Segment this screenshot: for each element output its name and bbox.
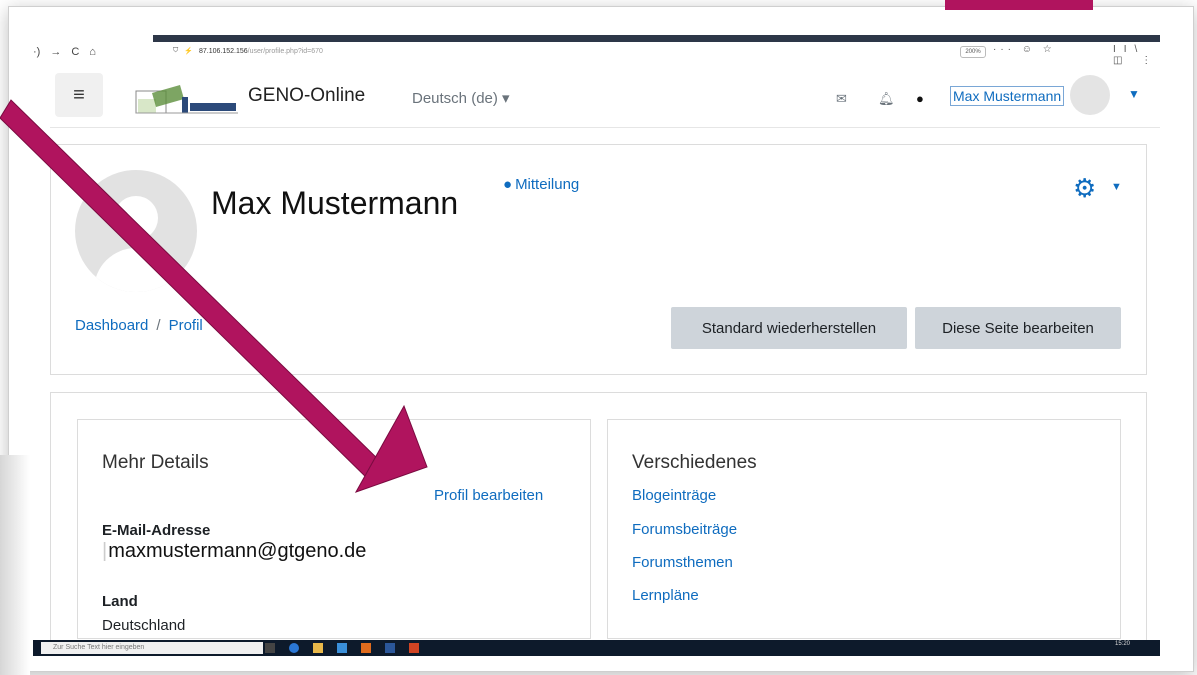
breadcrumb-dashboard[interactable]: Dashboard bbox=[75, 317, 148, 334]
back-icon[interactable]: ·) bbox=[33, 46, 40, 58]
message-link[interactable]: ● Mitteilung bbox=[503, 176, 579, 193]
firefox-icon[interactable] bbox=[361, 643, 371, 653]
gear-icon[interactable]: ⚙ bbox=[1073, 173, 1096, 204]
reload-icon[interactable]: C bbox=[71, 46, 79, 58]
reset-default-button[interactable]: Standard wiederherstellen bbox=[671, 307, 907, 349]
more-details-section: Mehr Details Profil bearbeiten E-Mail-Ad… bbox=[77, 419, 591, 639]
browser-tab-strip bbox=[153, 35, 1160, 42]
user-menu-name[interactable]: Max Mustermann bbox=[950, 86, 1065, 106]
page-title: Max Mustermann bbox=[211, 185, 459, 221]
message-link-label: Mitteilung bbox=[515, 176, 580, 193]
chat-icon[interactable]: ● bbox=[916, 91, 924, 106]
edit-profile-link[interactable]: Profil bearbeiten bbox=[434, 487, 543, 504]
bell-icon[interactable]: 🔔︎ bbox=[878, 91, 895, 107]
mail-icon[interactable]: ✉ bbox=[836, 91, 847, 107]
address-bar[interactable]: ⛉ ⚡ 87.106.152.156/user/profile.php?id=6… bbox=[173, 45, 823, 57]
learning-plans-link[interactable]: Lernpläne bbox=[632, 587, 699, 604]
menu-icon[interactable]: ≡ bbox=[55, 73, 103, 117]
email-label: E-Mail-Adresse bbox=[102, 522, 211, 539]
zoom-indicator[interactable]: 200% bbox=[960, 46, 986, 58]
home-icon[interactable]: ⌂ bbox=[89, 46, 96, 58]
edit-page-button[interactable]: Diese Seite bearbeiten bbox=[915, 307, 1121, 349]
task-view-icon[interactable] bbox=[265, 643, 275, 653]
chat-bubble-icon: ● bbox=[503, 176, 513, 193]
url-host: 87.106.152.156 bbox=[198, 47, 248, 55]
misc-section: Verschiedenes Blogeinträge Forumsbeiträg… bbox=[607, 419, 1121, 639]
avatar[interactable] bbox=[1070, 75, 1110, 115]
browser-toolbar: ·) → C ⌂ ⛉ ⚡ 87.106.152.156/user/profile… bbox=[33, 44, 1160, 66]
taskbar-search[interactable]: Zur Suche Text hier eingeben bbox=[41, 642, 263, 654]
forward-icon[interactable]: → bbox=[50, 46, 61, 58]
profile-avatar bbox=[75, 170, 197, 292]
section-title: Verschiedenes bbox=[632, 452, 757, 473]
language-menu[interactable]: Deutsch (de) ▾ bbox=[412, 89, 510, 107]
breadcrumb-separator: / bbox=[156, 317, 161, 334]
text-cursor: | bbox=[102, 540, 108, 562]
browser-icon[interactable] bbox=[289, 643, 299, 653]
email-value: |maxmustermann@gtgeno.de bbox=[102, 540, 366, 563]
caret-down-icon[interactable]: ▼ bbox=[1128, 87, 1140, 101]
blog-entries-link[interactable]: Blogeinträge bbox=[632, 487, 716, 504]
app-icon[interactable] bbox=[337, 643, 347, 653]
slide-accent-tab bbox=[945, 0, 1093, 10]
email-text: maxmustermann@gtgeno.de bbox=[108, 540, 367, 562]
page-actions-icons[interactable]: ··· ☺ ☆ bbox=[993, 44, 1056, 55]
chevron-down-icon[interactable]: ▼ bbox=[1111, 181, 1122, 193]
library-icons[interactable]: II\ ◫ ⋮ bbox=[1113, 44, 1160, 66]
avatar-body-shape bbox=[94, 248, 178, 292]
folder-icon[interactable] bbox=[313, 643, 323, 653]
section-title: Mehr Details bbox=[102, 452, 209, 473]
forum-posts-link[interactable]: Forumsbeiträge bbox=[632, 521, 737, 538]
app-navbar: ≡ GENO-Online Deutsch (de) ▾ ✉ 🔔︎ ● Max … bbox=[50, 67, 1160, 128]
site-logo bbox=[135, 85, 238, 114]
word-icon[interactable] bbox=[385, 643, 395, 653]
country-label: Land bbox=[102, 593, 138, 610]
shield-icon: ⛉ bbox=[173, 47, 179, 54]
lock-icon: ⚡ bbox=[184, 48, 193, 55]
clock: 15:20 bbox=[1115, 641, 1131, 647]
profile-details-card: Mehr Details Profil bearbeiten E-Mail-Ad… bbox=[50, 392, 1147, 654]
country-value: Deutschland bbox=[102, 617, 186, 634]
avatar-head-shape bbox=[114, 196, 158, 240]
powerpoint-icon[interactable] bbox=[409, 643, 419, 653]
profile-header-card: Max Mustermann ● Mitteilung ⚙ ▼ Dashboar… bbox=[50, 144, 1147, 375]
forum-topics-link[interactable]: Forumsthemen bbox=[632, 554, 733, 571]
breadcrumb: Dashboard / Profil bbox=[75, 317, 203, 334]
page-shadow bbox=[0, 455, 30, 675]
os-taskbar: Zur Suche Text hier eingeben 15:20 bbox=[33, 640, 1160, 656]
url-path: /user/profile.php?id=670 bbox=[247, 47, 323, 55]
site-name[interactable]: GENO-Online bbox=[248, 85, 365, 107]
breadcrumb-profil[interactable]: Profil bbox=[169, 317, 203, 334]
